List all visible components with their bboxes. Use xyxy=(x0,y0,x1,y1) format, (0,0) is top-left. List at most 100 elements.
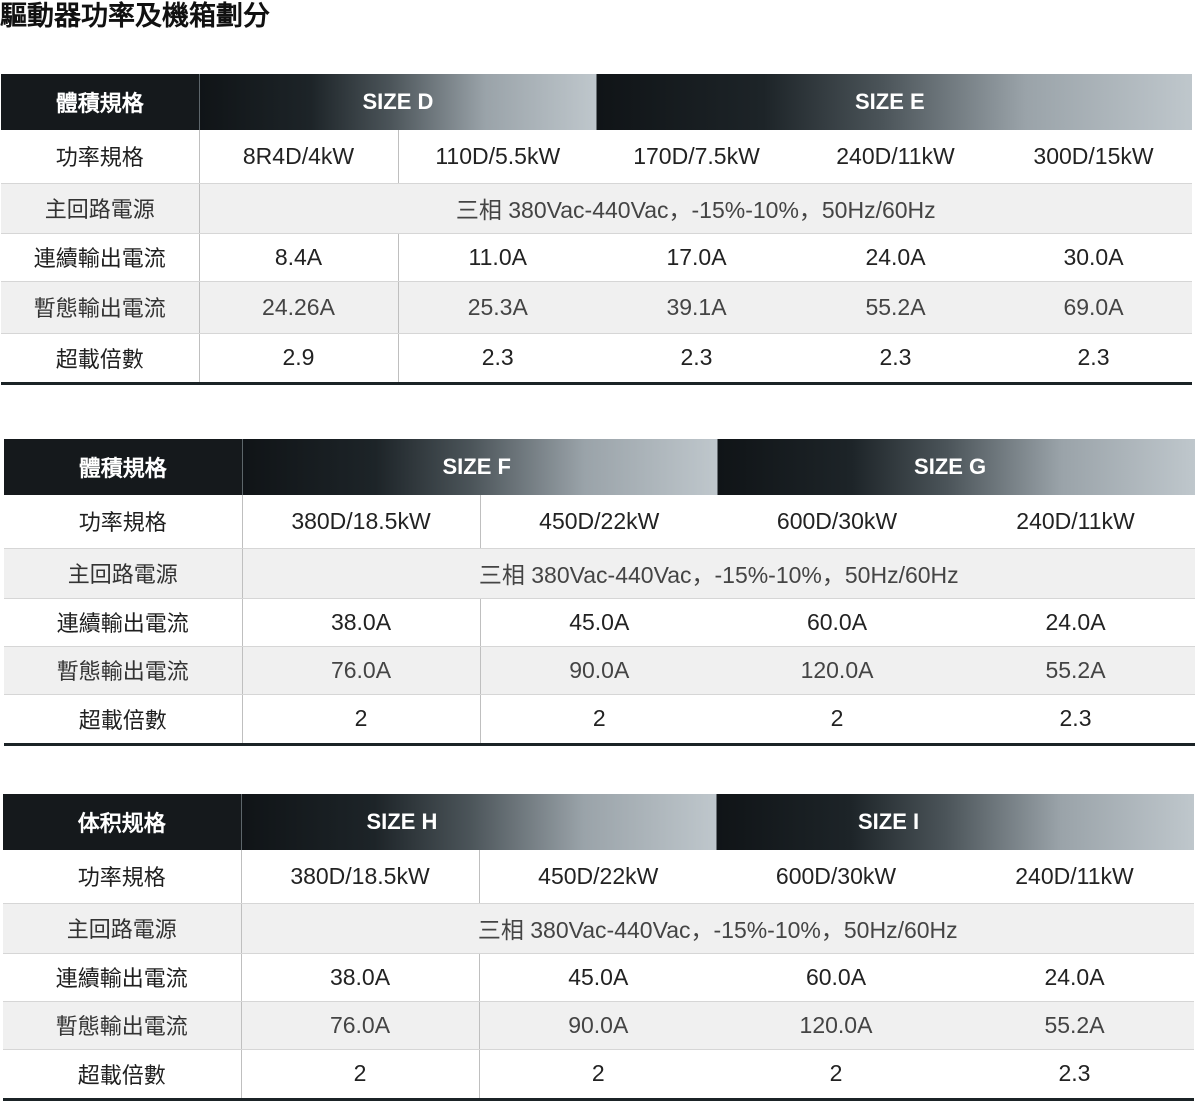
table-cell: 300D/15kW xyxy=(995,130,1193,184)
spec-table-size-h-i: 体积规格 SIZE H SIZE I 功率規格 380D/18.5kW 450D… xyxy=(3,794,1194,1101)
power-spec-label: 功率規格 xyxy=(3,850,242,904)
volume-spec-header: 体积规格 xyxy=(3,794,242,850)
power-spec-label: 功率規格 xyxy=(4,495,243,549)
size-d-header: SIZE D xyxy=(199,74,597,130)
main-circuit-power-value: 三相 380Vac-440Vac，-15%-10%，50Hz/60Hz xyxy=(199,183,1193,234)
table-row: 超載倍數 2 2 2 2.3 xyxy=(4,694,1196,746)
table-header-row: 體積規格 SIZE F SIZE G xyxy=(4,439,1196,495)
table-cell: 600D/30kW xyxy=(717,850,955,904)
table-cell: 24.26A xyxy=(199,281,399,334)
table-row: 暫態輸出電流 76.0A 90.0A 120.0A 55.2A xyxy=(4,646,1196,695)
table-cell: 38.0A xyxy=(242,598,481,647)
table-row: 超載倍數 2.9 2.3 2.3 2.3 2.3 xyxy=(1,333,1193,385)
table-cell: 2 xyxy=(241,1049,480,1101)
table-cell: 45.0A xyxy=(480,598,719,647)
main-circuit-power-label: 主回路電源 xyxy=(4,548,243,599)
table-row: 主回路電源 三相 380Vac-440Vac，-15%-10%，50Hz/60H… xyxy=(3,903,1194,954)
volume-spec-header: 體積規格 xyxy=(4,439,243,495)
table-row: 連續輸出電流 38.0A 45.0A 60.0A 24.0A xyxy=(3,953,1194,1002)
main-circuit-power-label: 主回路電源 xyxy=(1,183,200,234)
table-header-row: 体积规格 SIZE H SIZE I xyxy=(3,794,1194,850)
power-spec-label: 功率規格 xyxy=(1,130,200,184)
table-row: 主回路電源 三相 380Vac-440Vac，-15%-10%，50Hz/60H… xyxy=(4,548,1196,599)
table-cell: 2 xyxy=(718,694,957,746)
table-row: 功率規格 8R4D/4kW 110D/5.5kW 170D/7.5kW 240D… xyxy=(1,130,1193,184)
table-row: 主回路電源 三相 380Vac-440Vac，-15%-10%，50Hz/60H… xyxy=(1,183,1193,234)
table-cell: 60.0A xyxy=(717,953,955,1002)
table-cell: 240D/11kW xyxy=(796,130,995,184)
transient-current-label: 暫態輸出電流 xyxy=(3,1001,242,1050)
size-h-header: SIZE H xyxy=(241,794,717,850)
table-cell: 11.0A xyxy=(398,233,597,282)
continuous-current-label: 連續輸出電流 xyxy=(4,598,243,647)
volume-spec-header: 體積規格 xyxy=(1,74,200,130)
table-cell: 8.4A xyxy=(199,233,399,282)
table-cell: 2 xyxy=(480,694,719,746)
table-cell: 38.0A xyxy=(241,953,480,1002)
table-cell: 240D/11kW xyxy=(956,495,1196,549)
table-cell: 2 xyxy=(479,1049,717,1101)
table-cell: 2.9 xyxy=(199,333,399,385)
table-cell: 24.0A xyxy=(955,953,1194,1002)
table-cell: 2 xyxy=(717,1049,955,1101)
table-cell: 90.0A xyxy=(480,646,719,695)
continuous-current-label: 連續輸出電流 xyxy=(3,953,242,1002)
table-row: 連續輸出電流 8.4A 11.0A 17.0A 24.0A 30.0A xyxy=(1,233,1193,282)
table-cell: 450D/22kW xyxy=(479,850,717,904)
table-row: 功率規格 380D/18.5kW 450D/22kW 600D/30kW 240… xyxy=(4,495,1196,549)
table-cell: 45.0A xyxy=(479,953,717,1002)
table-cell: 25.3A xyxy=(398,281,597,334)
size-g-header: SIZE G xyxy=(718,439,1196,495)
spec-table-size-d-e: 體積規格 SIZE D SIZE E 功率規格 8R4D/4kW 110D/5.… xyxy=(1,74,1193,385)
table-cell: 39.1A xyxy=(597,281,796,334)
table-cell: 240D/11kW xyxy=(955,850,1194,904)
transient-current-label: 暫態輸出電流 xyxy=(1,281,200,334)
table-row: 超載倍數 2 2 2 2.3 xyxy=(3,1049,1194,1101)
continuous-current-label: 連續輸出電流 xyxy=(1,233,200,282)
table-cell: 2.3 xyxy=(956,694,1196,746)
table-cell: 600D/30kW xyxy=(718,495,957,549)
table-cell: 120.0A xyxy=(717,1001,955,1050)
size-e-header: SIZE E xyxy=(597,74,1193,130)
table-cell: 2.3 xyxy=(955,1049,1194,1101)
table-cell: 2.3 xyxy=(796,333,995,385)
table-cell: 110D/5.5kW xyxy=(398,130,597,184)
table-cell: 380D/18.5kW xyxy=(241,850,480,904)
table-cell: 8R4D/4kW xyxy=(199,130,399,184)
table-cell: 120.0A xyxy=(718,646,957,695)
table-cell: 24.0A xyxy=(796,233,995,282)
table-row: 暫態輸出電流 76.0A 90.0A 120.0A 55.2A xyxy=(3,1001,1194,1050)
table-cell: 170D/7.5kW xyxy=(597,130,796,184)
main-circuit-power-label: 主回路電源 xyxy=(3,903,242,954)
table-cell: 69.0A xyxy=(995,281,1193,334)
table-cell: 450D/22kW xyxy=(480,495,719,549)
table-cell: 2.3 xyxy=(398,333,597,385)
table-cell: 2.3 xyxy=(995,333,1193,385)
overload-factor-label: 超載倍數 xyxy=(1,333,200,385)
table-cell: 2 xyxy=(242,694,481,746)
table-cell: 55.2A xyxy=(796,281,995,334)
table-cell: 55.2A xyxy=(955,1001,1194,1050)
transient-current-label: 暫態輸出電流 xyxy=(4,646,243,695)
table-cell: 380D/18.5kW xyxy=(242,495,481,549)
table-row: 功率規格 380D/18.5kW 450D/22kW 600D/30kW 240… xyxy=(3,850,1194,904)
table-cell: 2.3 xyxy=(597,333,796,385)
size-i-header: SIZE I xyxy=(717,794,1194,850)
main-circuit-power-value: 三相 380Vac-440Vac，-15%-10%，50Hz/60Hz xyxy=(242,548,1196,599)
size-f-header: SIZE F xyxy=(242,439,719,495)
table-cell: 30.0A xyxy=(995,233,1193,282)
overload-factor-label: 超載倍數 xyxy=(3,1049,242,1101)
table-cell: 60.0A xyxy=(718,598,957,647)
overload-factor-label: 超載倍數 xyxy=(4,694,243,746)
table-cell: 90.0A xyxy=(479,1001,717,1050)
table-cell: 17.0A xyxy=(597,233,796,282)
main-circuit-power-value: 三相 380Vac-440Vac，-15%-10%，50Hz/60Hz xyxy=(241,903,1194,954)
spec-table-size-f-g: 體積規格 SIZE F SIZE G 功率規格 380D/18.5kW 450D… xyxy=(4,439,1196,746)
page-title: 驅動器功率及機箱劃分 xyxy=(0,1,270,32)
table-cell: 24.0A xyxy=(956,598,1196,647)
table-cell: 76.0A xyxy=(242,646,481,695)
table-row: 暫態輸出電流 24.26A 25.3A 39.1A 55.2A 69.0A xyxy=(1,281,1193,334)
table-row: 連續輸出電流 38.0A 45.0A 60.0A 24.0A xyxy=(4,598,1196,647)
table-cell: 55.2A xyxy=(956,646,1196,695)
table-cell: 76.0A xyxy=(241,1001,480,1050)
